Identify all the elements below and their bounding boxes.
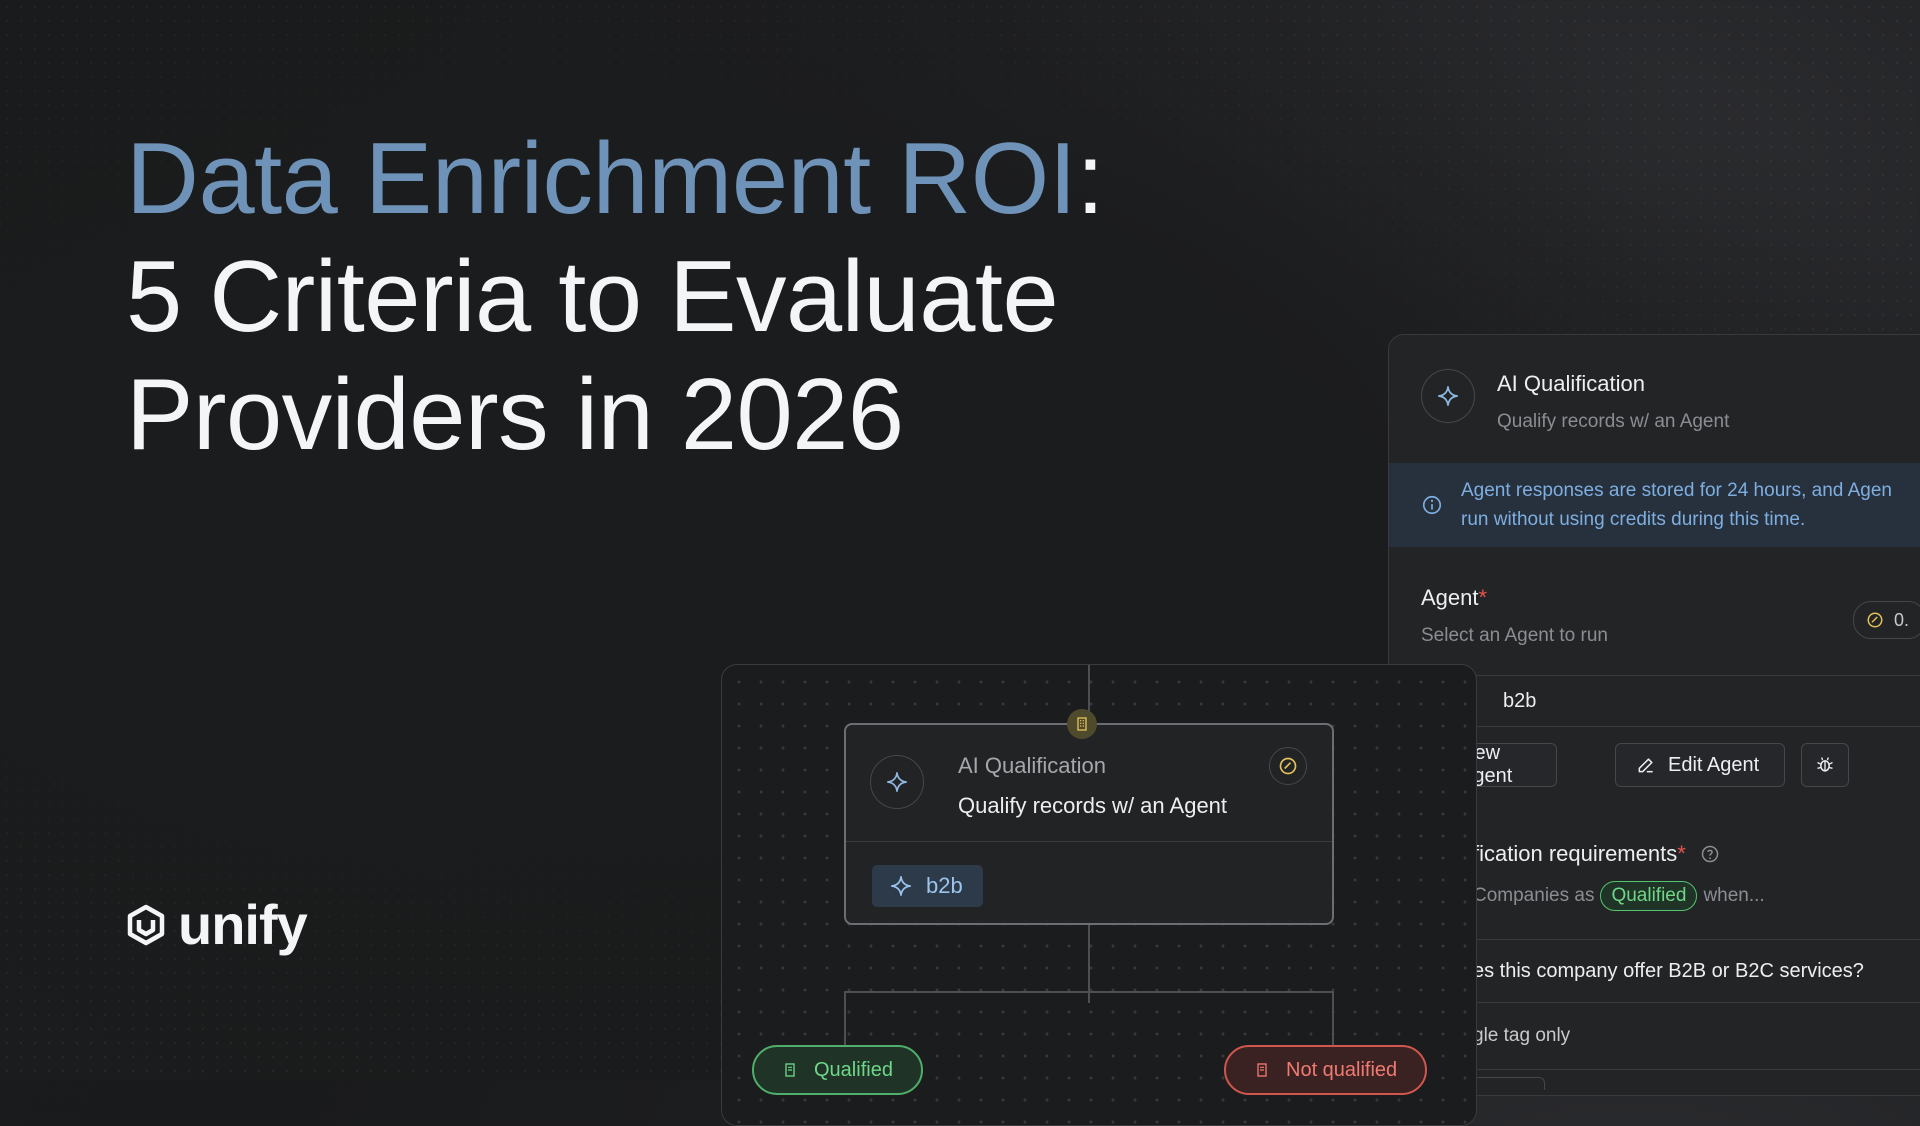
- unify-logo-icon: [127, 904, 165, 945]
- node-coin-icon: [1269, 747, 1307, 785]
- edit-agent-button[interactable]: Edit Agent: [1615, 743, 1785, 787]
- connector-right: [1332, 991, 1334, 1051]
- panel-header: AI Qualification Qualify records w/ an A…: [1421, 369, 1729, 433]
- qualified-tag: Qualified: [1600, 881, 1698, 911]
- not-qualified-branch-label: Not qualified: [1286, 1058, 1398, 1081]
- info-line-1: Agent responses are stored for 24 hours,…: [1461, 480, 1892, 501]
- connector-branch: [844, 991, 1334, 993]
- node-divider: [846, 841, 1332, 842]
- unify-logo: unify: [124, 892, 308, 957]
- single-tag-note: gle tag only: [1473, 1025, 1571, 1046]
- tag-input-stub[interactable]: [1473, 1077, 1545, 1090]
- edit-agent-label: Edit Agent: [1668, 753, 1760, 776]
- building-icon-green: [785, 1063, 795, 1077]
- agent-select[interactable]: b2b: [1421, 675, 1920, 727]
- requirements-label-text: fication requirements: [1473, 841, 1678, 866]
- building-icon-red: [1257, 1063, 1267, 1077]
- credit-pill: 0.: [1853, 601, 1920, 639]
- requirements-sublabel: Companies as Qualified when...: [1473, 881, 1765, 911]
- node-tag-label: b2b: [926, 873, 963, 898]
- required-mark: *: [1478, 585, 1488, 610]
- help-icon[interactable]: [1700, 844, 1720, 864]
- info-banner-text: Agent responses are stored for 24 hours,…: [1461, 476, 1892, 534]
- headline-colon: :: [1076, 123, 1104, 235]
- info-icon: [1422, 495, 1442, 515]
- question-text: es this company offer B2B or B2C service…: [1473, 959, 1864, 982]
- tag-sparkle-icon: [891, 876, 911, 896]
- agent-label-text: Agent: [1421, 585, 1479, 610]
- node-sparkle-icon: [870, 755, 924, 809]
- logo-wordmark: unify: [178, 893, 308, 956]
- headline: Data Enrichment ROI: 5 Criteria to Evalu…: [126, 120, 1126, 474]
- workflow-canvas[interactable]: AI Qualification Qualify records w/ an A…: [721, 664, 1477, 1126]
- node-subtitle: Qualify records w/ an Agent: [958, 793, 1228, 818]
- credit-value: 0.: [1894, 609, 1910, 630]
- sparkle-icon: [1421, 369, 1475, 423]
- ai-qualification-node[interactable]: AI Qualification Qualify records w/ an A…: [844, 723, 1334, 925]
- coin-icon: [1867, 612, 1883, 628]
- headline-line-1: Data Enrichment ROI:: [126, 120, 1126, 238]
- bug-icon: [1817, 757, 1833, 772]
- building-icon: [1067, 709, 1097, 739]
- panel-title: AI Qualification: [1497, 371, 1645, 396]
- qualified-branch[interactable]: Qualified: [752, 1045, 923, 1095]
- agent-select-value: b2b: [1503, 689, 1537, 712]
- node-title: AI Qualification: [958, 753, 1106, 778]
- headline-line-3: Providers in 2026: [126, 359, 904, 471]
- agent-label: Agent*: [1421, 585, 1487, 611]
- node-agent-tag[interactable]: b2b: [872, 865, 983, 907]
- info-line-2: run without using credits during this ti…: [1461, 509, 1806, 530]
- requirements-required-mark: *: [1677, 841, 1686, 866]
- agent-sublabel: Select an Agent to run: [1421, 625, 1608, 646]
- headline-accent: Data Enrichment ROI: [126, 123, 1077, 235]
- headline-line-2: 5 Criteria to Evaluate: [126, 241, 1059, 353]
- qualified-branch-label: Qualified: [814, 1058, 893, 1081]
- requirements-prefix: Companies as: [1473, 885, 1595, 906]
- info-banner: Agent responses are stored for 24 hours,…: [1389, 463, 1920, 547]
- panel-subtitle: Qualify records w/ an Agent: [1497, 411, 1730, 432]
- pencil-icon: [1638, 758, 1653, 773]
- debug-button[interactable]: [1801, 743, 1849, 787]
- not-qualified-branch[interactable]: Not qualified: [1224, 1045, 1428, 1095]
- connector-left: [844, 991, 846, 1051]
- requirements-suffix: when...: [1703, 885, 1765, 906]
- requirements-label: fication requirements*: [1473, 841, 1720, 867]
